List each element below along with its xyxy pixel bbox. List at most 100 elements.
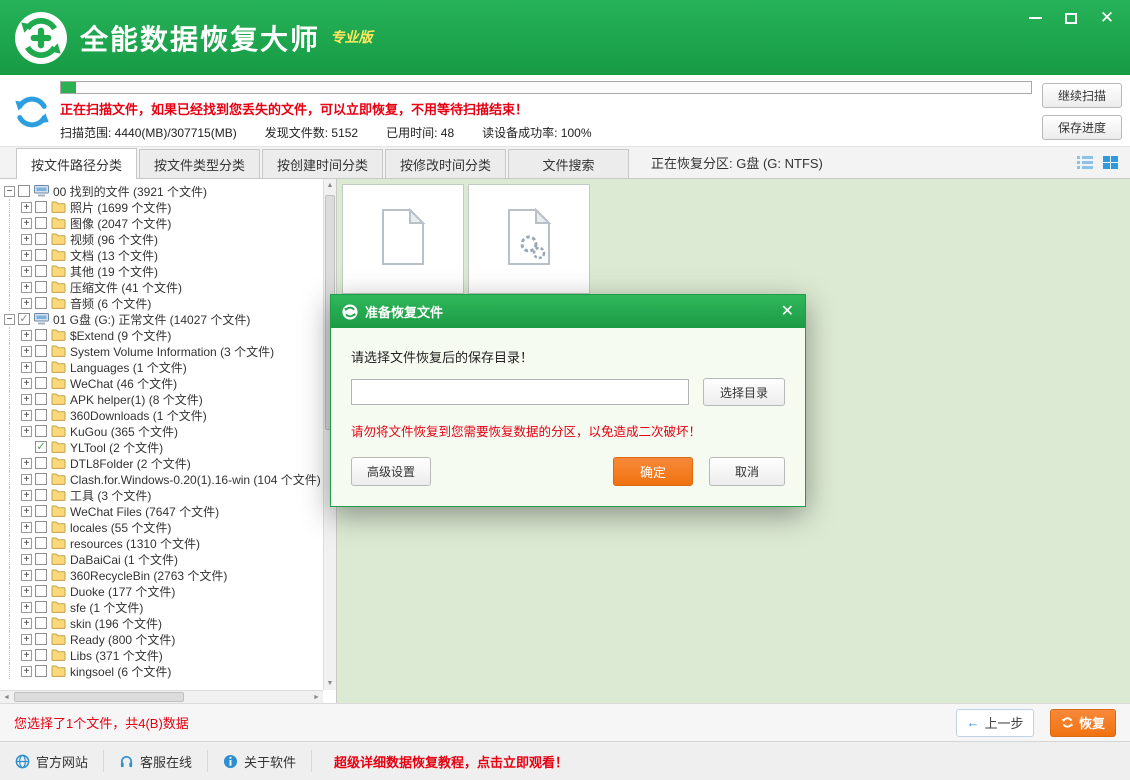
tree-row[interactable]: ✓YLTool (2 个文件) bbox=[4, 439, 322, 455]
tree-row[interactable]: +音频 (6 个文件) bbox=[4, 295, 322, 311]
tree-row[interactable]: +DTL8Folder (2 个文件) bbox=[4, 455, 322, 471]
expand-icon[interactable]: + bbox=[21, 634, 32, 645]
tree-checkbox[interactable] bbox=[18, 185, 30, 197]
footer-link-website[interactable]: 官方网站 bbox=[0, 750, 104, 772]
tree-row[interactable]: +工具 (3 个文件) bbox=[4, 487, 322, 503]
file-thumbnail[interactable] bbox=[342, 184, 464, 294]
maximize-button[interactable] bbox=[1062, 9, 1080, 27]
expand-icon[interactable]: + bbox=[21, 538, 32, 549]
dialog-close-icon[interactable]: ✕ bbox=[781, 304, 794, 320]
expand-icon[interactable]: + bbox=[21, 202, 32, 213]
tree-row[interactable]: +360RecycleBin (2763 个文件) bbox=[4, 567, 322, 583]
tree-row[interactable]: +视频 (96 个文件) bbox=[4, 231, 322, 247]
tree-row[interactable]: +Libs (371 个文件) bbox=[4, 647, 322, 663]
tree-checkbox[interactable] bbox=[35, 297, 47, 309]
tree-checkbox[interactable] bbox=[35, 489, 47, 501]
tree-checkbox[interactable] bbox=[35, 473, 47, 485]
expand-icon[interactable]: + bbox=[21, 666, 32, 677]
expand-icon[interactable]: + bbox=[21, 346, 32, 357]
scroll-left-icon[interactable]: ◄ bbox=[0, 691, 13, 703]
previous-step-button[interactable]: ← 上一步 bbox=[956, 709, 1034, 737]
tree-row[interactable]: +Ready (800 个文件) bbox=[4, 631, 322, 647]
expand-icon[interactable]: + bbox=[21, 570, 32, 581]
tree-row[interactable]: +图像 (2047 个文件) bbox=[4, 215, 322, 231]
tree-checkbox[interactable] bbox=[35, 233, 47, 245]
tab-mtime[interactable]: 按修改时间分类 bbox=[385, 149, 506, 178]
file-thumbnail[interactable] bbox=[468, 184, 590, 294]
tree-row[interactable]: +System Volume Information (3 个文件) bbox=[4, 343, 322, 359]
expand-icon[interactable]: + bbox=[21, 330, 32, 341]
scroll-up-icon[interactable]: ▲ bbox=[324, 179, 336, 192]
tab-path[interactable]: 按文件路径分类 bbox=[16, 148, 137, 179]
tree-row[interactable]: −00 找到的文件 (3921 个文件) bbox=[4, 183, 322, 199]
tree-row[interactable]: +sfe (1 个文件) bbox=[4, 599, 322, 615]
tree-checkbox[interactable] bbox=[35, 377, 47, 389]
list-view-icon[interactable] bbox=[1077, 156, 1093, 169]
footer-link-support[interactable]: 客服在线 bbox=[104, 750, 208, 772]
tree-row[interactable]: +kingsoel (6 个文件) bbox=[4, 663, 322, 679]
expand-icon[interactable]: + bbox=[21, 298, 32, 309]
tree-checkbox[interactable]: ✓ bbox=[18, 313, 30, 325]
minimize-button[interactable] bbox=[1026, 9, 1044, 27]
cancel-button[interactable]: 取消 bbox=[709, 457, 785, 486]
tree-row[interactable]: +resources (1310 个文件) bbox=[4, 535, 322, 551]
expand-icon[interactable]: + bbox=[21, 362, 32, 373]
continue-scan-button[interactable]: 继续扫描 bbox=[1042, 83, 1122, 108]
tree-row[interactable]: +Duoke (177 个文件) bbox=[4, 583, 322, 599]
horizontal-scroll-thumb[interactable] bbox=[14, 692, 184, 702]
expand-icon[interactable]: + bbox=[21, 218, 32, 229]
expand-icon[interactable]: + bbox=[21, 234, 32, 245]
expand-icon[interactable]: + bbox=[21, 282, 32, 293]
tutorial-promo-link[interactable]: 超级详细数据恢复教程，点击立即观看！ bbox=[334, 752, 568, 771]
tree-checkbox[interactable] bbox=[35, 665, 47, 677]
tree-row[interactable]: +WeChat Files (7647 个文件) bbox=[4, 503, 322, 519]
expand-icon[interactable]: + bbox=[21, 474, 32, 485]
save-dir-input[interactable] bbox=[351, 379, 689, 405]
expand-icon[interactable]: + bbox=[21, 554, 32, 565]
expand-icon[interactable]: + bbox=[21, 506, 32, 517]
tree-checkbox[interactable] bbox=[35, 601, 47, 613]
tree-checkbox[interactable] bbox=[35, 281, 47, 293]
tree-checkbox[interactable] bbox=[35, 361, 47, 373]
tree-checkbox[interactable] bbox=[35, 409, 47, 421]
tree-checkbox[interactable] bbox=[35, 649, 47, 661]
scroll-right-icon[interactable]: ► bbox=[310, 691, 323, 703]
scroll-down-icon[interactable]: ▼ bbox=[324, 677, 336, 690]
tree-checkbox[interactable] bbox=[35, 617, 47, 629]
tree-row[interactable]: +WeChat (46 个文件) bbox=[4, 375, 322, 391]
expand-icon[interactable]: + bbox=[21, 266, 32, 277]
tree-row[interactable]: +locales (55 个文件) bbox=[4, 519, 322, 535]
tree-checkbox[interactable] bbox=[35, 553, 47, 565]
expand-icon[interactable]: + bbox=[21, 394, 32, 405]
expand-icon[interactable]: + bbox=[21, 650, 32, 661]
tree-checkbox[interactable] bbox=[35, 329, 47, 341]
tree-row[interactable]: +Languages (1 个文件) bbox=[4, 359, 322, 375]
tree-checkbox[interactable] bbox=[35, 345, 47, 357]
tree-checkbox[interactable] bbox=[35, 457, 47, 469]
tab-ctime[interactable]: 按创建时间分类 bbox=[262, 149, 383, 178]
tree-row[interactable]: +DaBaiCai (1 个文件) bbox=[4, 551, 322, 567]
tree-horizontal-scrollbar[interactable]: ◄ ► bbox=[0, 690, 323, 703]
expand-icon[interactable]: + bbox=[21, 250, 32, 261]
expand-icon[interactable]: + bbox=[21, 458, 32, 469]
tree-checkbox[interactable] bbox=[35, 569, 47, 581]
tree-checkbox[interactable] bbox=[35, 585, 47, 597]
expand-icon[interactable]: + bbox=[21, 410, 32, 421]
recover-button[interactable]: 恢复 bbox=[1050, 709, 1116, 737]
tree-row[interactable]: +其他 (19 个文件) bbox=[4, 263, 322, 279]
tab-search[interactable]: 文件搜索 bbox=[508, 149, 629, 178]
expand-icon[interactable]: + bbox=[21, 378, 32, 389]
tree-checkbox[interactable] bbox=[35, 505, 47, 517]
tree-checkbox[interactable]: ✓ bbox=[35, 441, 47, 453]
tree-row[interactable]: −✓01 G盘 (G:) 正常文件 (14027 个文件) bbox=[4, 311, 322, 327]
footer-link-about[interactable]: 关于软件 bbox=[208, 750, 312, 772]
tree-row[interactable]: +文档 (13 个文件) bbox=[4, 247, 322, 263]
close-button[interactable]: ✕ bbox=[1098, 9, 1116, 27]
tree-checkbox[interactable] bbox=[35, 217, 47, 229]
choose-dir-button[interactable]: 选择目录 bbox=[703, 378, 785, 406]
tree-row[interactable]: +360Downloads (1 个文件) bbox=[4, 407, 322, 423]
expand-icon[interactable]: + bbox=[21, 490, 32, 501]
collapse-icon[interactable]: − bbox=[4, 314, 15, 325]
grid-view-icon[interactable] bbox=[1103, 156, 1118, 169]
expand-icon[interactable]: + bbox=[21, 602, 32, 613]
